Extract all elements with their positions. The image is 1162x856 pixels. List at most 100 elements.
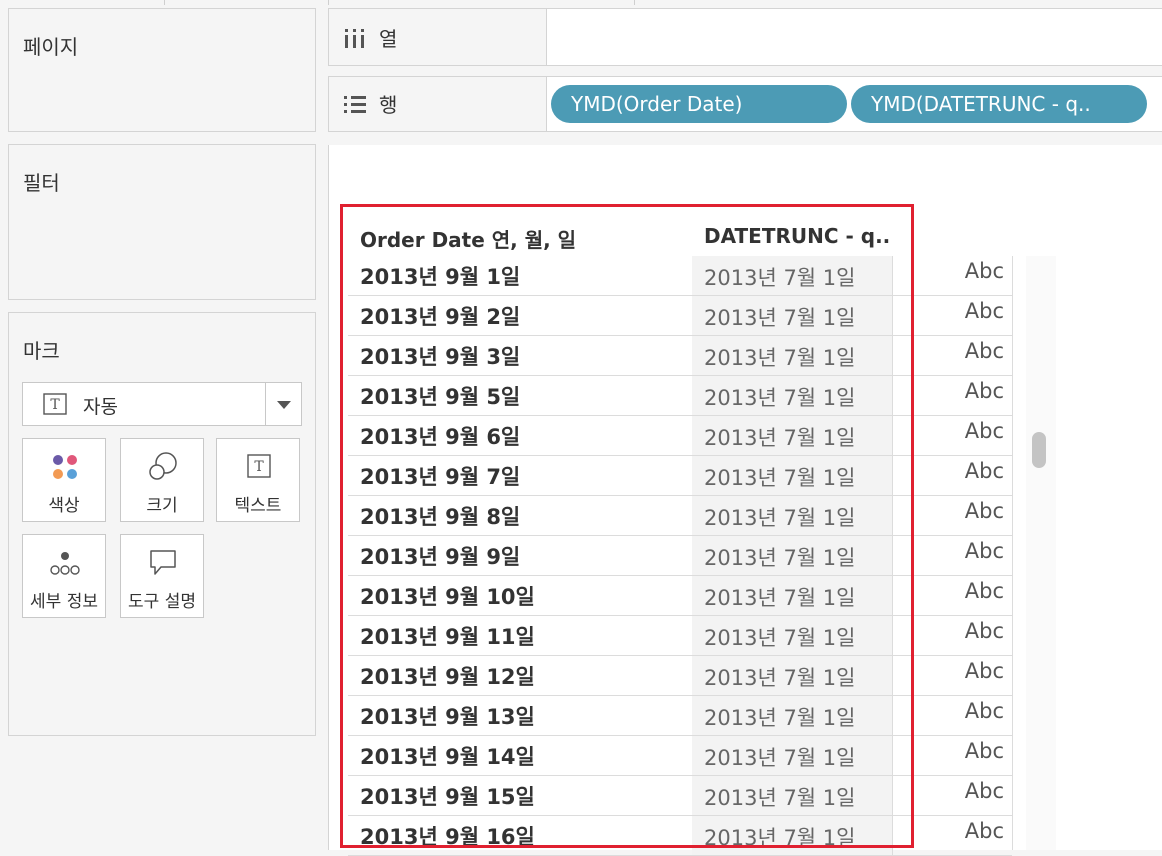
table-row[interactable]: 2013년 9월 14일 2013년 7월 1일 Abc xyxy=(348,736,1012,776)
table-row[interactable]: 2013년 9월 13일 2013년 7월 1일 Abc xyxy=(348,696,1012,736)
table-row[interactable]: 2013년 9월 15일 2013년 7월 1일 Abc xyxy=(348,776,1012,816)
abc-placeholder: Abc xyxy=(964,299,1004,323)
pages-panel[interactable]: 페이지 xyxy=(8,8,316,132)
cell-order-date: 2013년 9월 16일 xyxy=(360,825,535,849)
cell-datetrunc: 2013년 7월 1일 xyxy=(704,666,856,690)
table-row[interactable]: 2013년 9월 6일 2013년 7월 1일 Abc xyxy=(348,416,1012,456)
abc-placeholder: Abc xyxy=(964,499,1004,523)
abc-placeholder: Abc xyxy=(964,379,1004,403)
tooltip-button[interactable]: 도구 설명 xyxy=(120,534,204,618)
header-datetrunc[interactable]: DATETRUNC - q.. xyxy=(704,224,890,248)
abc-placeholder: Abc xyxy=(964,419,1004,443)
svg-text:T: T xyxy=(254,459,264,475)
cell-placeholder[interactable]: Abc xyxy=(892,496,1012,535)
chevron-down-icon[interactable] xyxy=(277,401,291,409)
pages-title: 페이지 xyxy=(23,35,79,59)
marks-panel: 마크 xyxy=(8,312,316,736)
abc-placeholder: Abc xyxy=(964,659,1004,683)
table-row[interactable]: 2013년 9월 3일 2013년 7월 1일 Abc xyxy=(348,336,1012,376)
cell-order-date: 2013년 9월 2일 xyxy=(360,305,521,329)
table-row[interactable]: 2013년 9월 16일 2013년 7월 1일 Abc xyxy=(348,816,1012,856)
vertical-scrollbar[interactable] xyxy=(1026,256,1056,850)
abc-placeholder: Abc xyxy=(964,699,1004,723)
cell-placeholder[interactable]: Abc xyxy=(892,336,1012,375)
strip-divider xyxy=(634,0,635,5)
filters-title: 필터 xyxy=(23,171,60,195)
pill-order-date[interactable]: YMD(Order Date) xyxy=(551,85,847,123)
color-button[interactable]: 색상 xyxy=(22,438,106,522)
header-order-date[interactable]: Order Date 연, 월, 일 xyxy=(360,224,576,253)
filters-panel[interactable]: 필터 xyxy=(8,144,316,300)
abc-placeholder: Abc xyxy=(964,739,1004,763)
text-t-icon: T xyxy=(247,454,271,478)
abc-placeholder: Abc xyxy=(964,339,1004,363)
strip-divider xyxy=(328,0,329,5)
cell-order-date: 2013년 9월 3일 xyxy=(360,345,521,369)
scrollbar-thumb[interactable] xyxy=(1032,432,1046,468)
cell-placeholder[interactable]: Abc xyxy=(892,416,1012,455)
columns-icon xyxy=(345,29,364,48)
cell-order-date: 2013년 9월 9일 xyxy=(360,545,521,569)
rows-icon xyxy=(344,96,366,113)
cell-datetrunc: 2013년 7월 1일 xyxy=(704,826,856,850)
cell-placeholder[interactable]: Abc xyxy=(892,816,1012,855)
abc-placeholder: Abc xyxy=(964,619,1004,643)
cell-datetrunc: 2013년 7월 1일 xyxy=(704,306,856,330)
table-row[interactable]: 2013년 9월 12일 2013년 7월 1일 Abc xyxy=(348,656,1012,696)
top-strip xyxy=(0,0,1162,6)
cell-datetrunc: 2013년 7월 1일 xyxy=(704,626,856,650)
cell-order-date: 2013년 9월 5일 xyxy=(360,385,521,409)
cell-order-date: 2013년 9월 8일 xyxy=(360,505,521,529)
cell-placeholder[interactable]: Abc xyxy=(892,616,1012,655)
table-row[interactable]: 2013년 9월 11일 2013년 7월 1일 Abc xyxy=(348,616,1012,656)
tooltip-bubble-icon xyxy=(150,550,176,575)
marks-title: 마크 xyxy=(23,339,60,363)
cell-order-date: 2013년 9월 15일 xyxy=(360,785,535,809)
cell-order-date: 2013년 9월 13일 xyxy=(360,705,535,729)
cell-placeholder[interactable]: Abc xyxy=(892,736,1012,775)
detail-label: 세부 정보 xyxy=(30,592,98,612)
columns-drop-zone[interactable] xyxy=(547,9,1162,65)
table-row[interactable]: 2013년 9월 5일 2013년 7월 1일 Abc xyxy=(348,376,1012,416)
cell-order-date: 2013년 9월 6일 xyxy=(360,425,521,449)
table-row[interactable]: 2013년 9월 8일 2013년 7월 1일 Abc xyxy=(348,496,1012,536)
table-row[interactable]: 2013년 9월 7일 2013년 7월 1일 Abc xyxy=(348,456,1012,496)
abc-placeholder: Abc xyxy=(964,819,1004,843)
cell-placeholder[interactable]: Abc xyxy=(892,456,1012,495)
cell-datetrunc: 2013년 7월 1일 xyxy=(704,706,856,730)
rows-shelf: 행 YMD(Order Date) YMD(DATETRUNC - q.. xyxy=(328,76,1162,132)
tooltip-label: 도구 설명 xyxy=(128,592,196,612)
cell-placeholder[interactable]: Abc xyxy=(892,576,1012,615)
cell-placeholder[interactable]: Abc xyxy=(892,536,1012,575)
table-row[interactable]: 2013년 9월 1일 2013년 7월 1일 Abc xyxy=(348,256,1012,296)
cell-order-date: 2013년 9월 1일 xyxy=(360,265,521,289)
cell-order-date: 2013년 9월 7일 xyxy=(360,465,521,489)
cell-placeholder[interactable]: Abc xyxy=(892,656,1012,695)
detail-button[interactable]: 세부 정보 xyxy=(22,534,106,618)
size-label: 크기 xyxy=(146,496,178,516)
table-row[interactable]: 2013년 9월 10일 2013년 7월 1일 Abc xyxy=(348,576,1012,616)
cell-placeholder[interactable]: Abc xyxy=(892,776,1012,815)
table-border xyxy=(1012,256,1013,850)
cell-datetrunc: 2013년 7월 1일 xyxy=(704,386,856,410)
text-button[interactable]: T 텍스트 xyxy=(216,438,300,522)
abc-placeholder: Abc xyxy=(964,539,1004,563)
abc-placeholder: Abc xyxy=(964,259,1004,283)
cell-placeholder[interactable]: Abc xyxy=(892,696,1012,735)
cell-placeholder[interactable]: Abc xyxy=(892,376,1012,415)
cell-datetrunc: 2013년 7월 1일 xyxy=(704,426,856,450)
table-row[interactable]: 2013년 9월 9일 2013년 7월 1일 Abc xyxy=(348,536,1012,576)
cell-placeholder[interactable]: Abc xyxy=(892,296,1012,335)
pill-datetrunc[interactable]: YMD(DATETRUNC - q.. xyxy=(851,85,1147,123)
cell-datetrunc: 2013년 7월 1일 xyxy=(704,506,856,530)
rows-drop-zone[interactable]: YMD(Order Date) YMD(DATETRUNC - q.. xyxy=(547,77,1162,131)
cell-placeholder[interactable]: Abc xyxy=(892,256,1012,295)
size-circles-icon xyxy=(149,452,177,480)
cell-order-date: 2013년 9월 10일 xyxy=(360,585,535,609)
color-dots-icon xyxy=(53,455,77,479)
columns-label: 열 xyxy=(379,27,398,51)
size-button[interactable]: 크기 xyxy=(120,438,204,522)
table-row[interactable]: 2013년 9월 2일 2013년 7월 1일 Abc xyxy=(348,296,1012,336)
cell-datetrunc: 2013년 7월 1일 xyxy=(704,546,856,570)
mark-type-dropdown[interactable]: T 자동 xyxy=(22,382,302,426)
